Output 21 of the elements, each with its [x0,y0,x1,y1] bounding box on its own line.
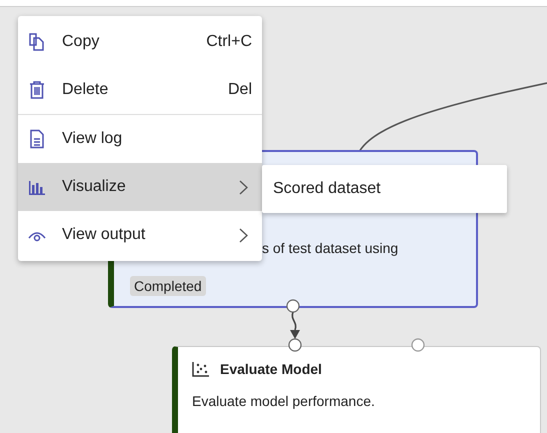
chevron-right-icon [239,180,248,194]
menu-item[interactable]: Copy Ctrl+C [18,18,262,66]
shortcut-text: Del [228,81,252,99]
port-circle[interactable] [411,338,425,352]
menu-item[interactable]: Delete Del [18,66,262,115]
trash-icon [28,80,46,100]
module-node[interactable]: Evaluate Model Evaluate model performance. [172,346,541,433]
shortcut-text: Ctrl+C [206,33,252,51]
node-description: Evaluate model performance. [192,393,375,409]
menu-item[interactable]: Scored dataset [262,165,507,213]
arrow-connector [290,312,300,339]
status-badge: Completed [130,276,206,296]
menu-item[interactable]: Visualize [18,163,262,211]
document-icon [28,129,46,149]
port-circle[interactable] [288,338,302,352]
chevron-right-icon [239,228,248,242]
node-description: s of test dataset using [262,240,398,256]
port-circle[interactable] [286,299,300,313]
copy-icon [28,32,46,52]
scatter-chart-icon [192,361,210,377]
node-title: Evaluate Model [220,361,322,377]
